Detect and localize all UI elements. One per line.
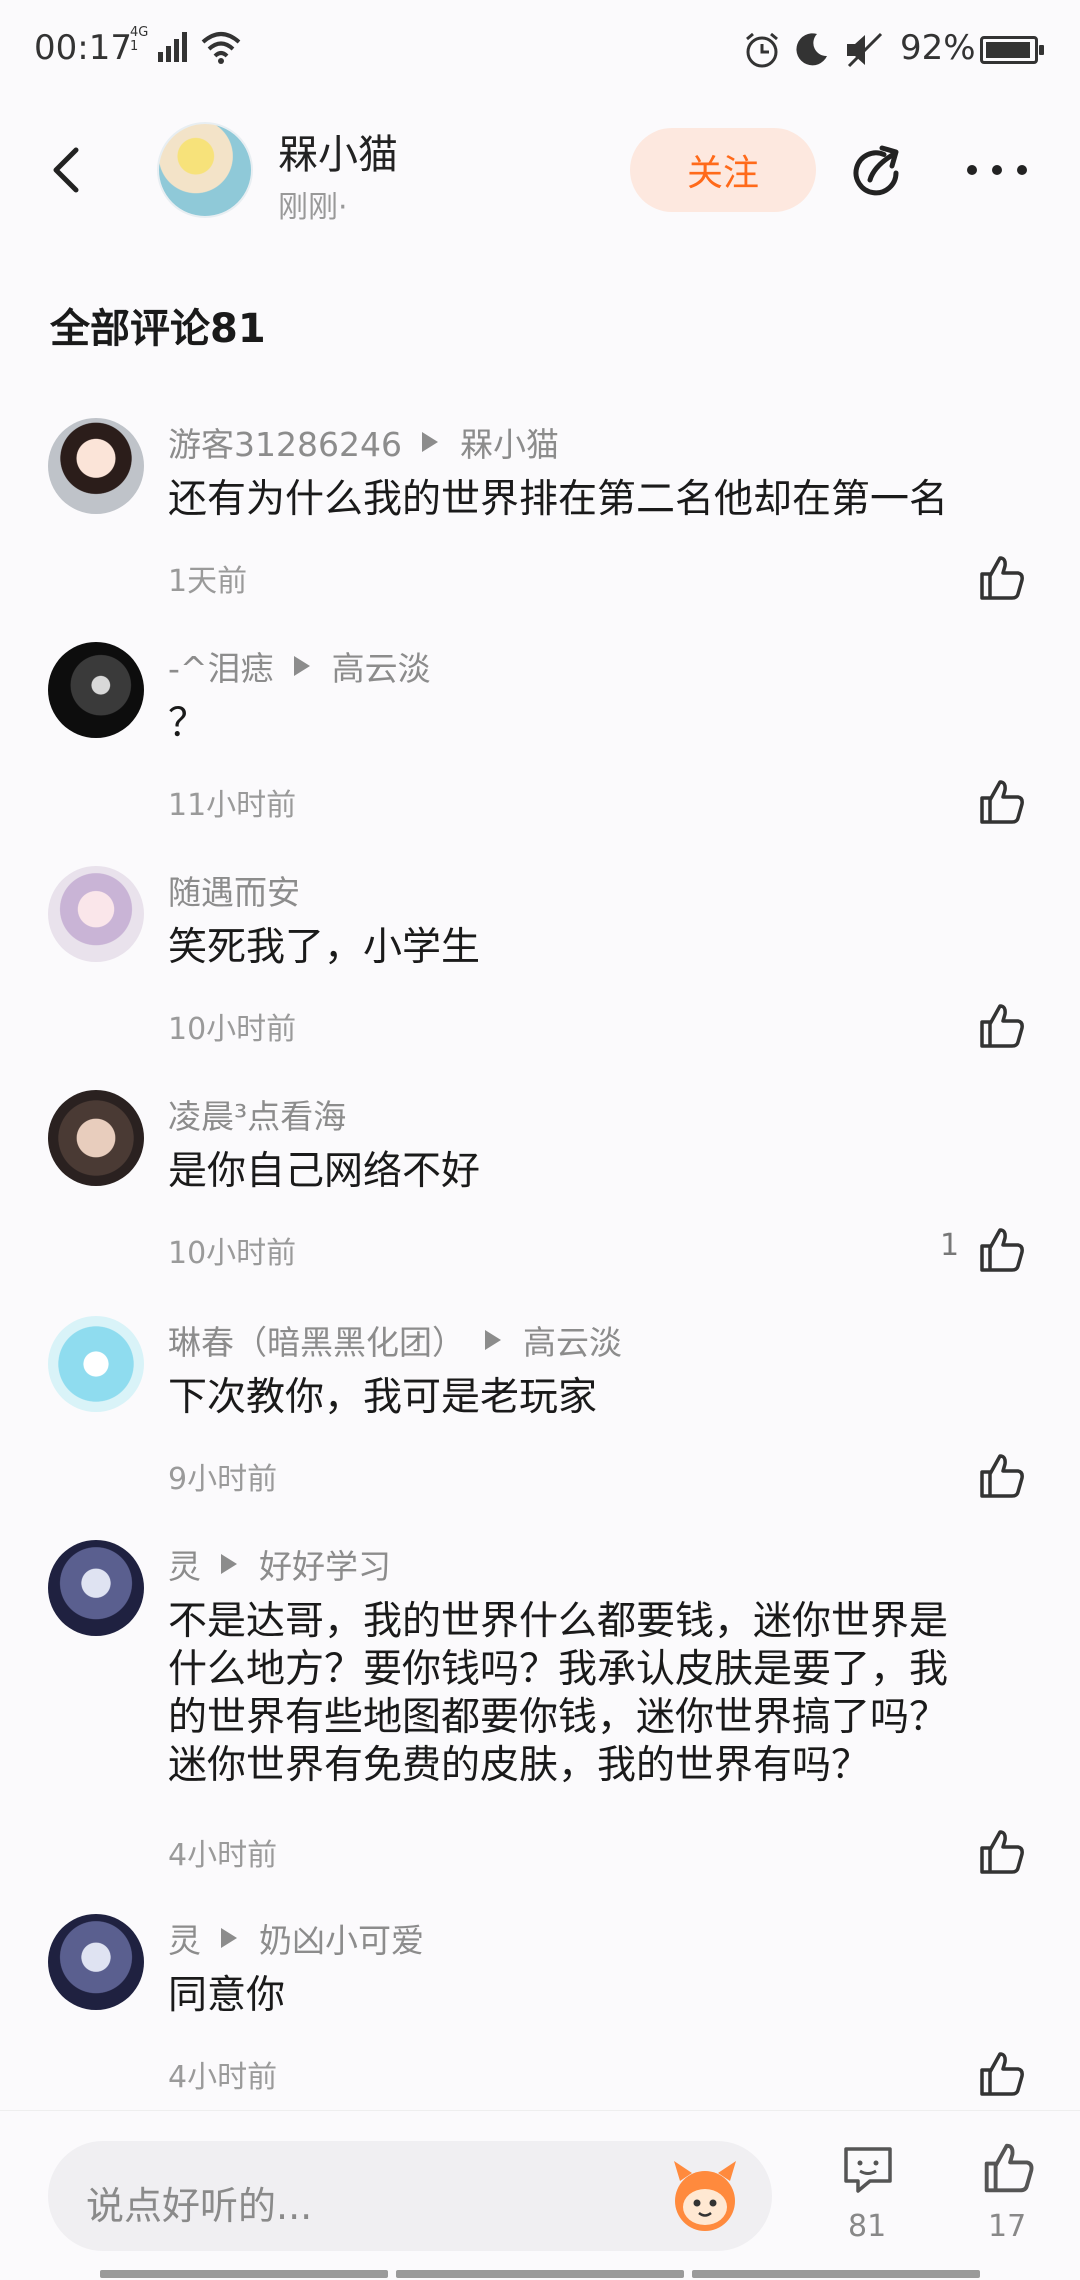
- commenter-avatar[interactable]: [48, 866, 144, 962]
- reply-to-name[interactable]: 好好学习: [259, 1540, 391, 1588]
- commenter-name[interactable]: 随遇而安: [168, 866, 300, 914]
- comment-header: -^泪痣 高云淡: [168, 642, 431, 690]
- moon-icon: [796, 33, 827, 66]
- comments-section-title: 全部评论81: [50, 306, 266, 352]
- reply-to-name[interactable]: 奶凶小可爱: [259, 1914, 424, 1962]
- battery-icon: [980, 36, 1044, 64]
- comment-text-line: 的世界有些地图都要你钱，迷你世界搞了吗？: [168, 1695, 949, 1740]
- comment-time: 10小时前: [168, 1236, 297, 1271]
- thumbs-up-icon[interactable]: [976, 2048, 1028, 2100]
- like-count: 17: [988, 2209, 1027, 2244]
- comment-text[interactable]: 还有为什么我的世界排在第二名他却在第一名: [168, 476, 1038, 524]
- comment-header: 随遇而安: [168, 866, 300, 914]
- mascot-icon[interactable]: [664, 2155, 746, 2237]
- comment-text[interactable]: 笑死我了，小学生: [168, 924, 1038, 972]
- commenter-name[interactable]: 琳春（暗黑黑化团）: [168, 1316, 465, 1364]
- back-arrow-icon[interactable]: [38, 140, 98, 200]
- commenter-avatar[interactable]: [48, 642, 144, 738]
- commenter-name[interactable]: 灵: [168, 1914, 201, 1962]
- signal-icon: [158, 32, 187, 62]
- comment-text[interactable]: 下次教你，我可是老玩家: [168, 1374, 1038, 1422]
- nav-bar-segment: [396, 2270, 684, 2278]
- comment-time: 4小时前: [168, 1838, 278, 1873]
- comment-time: 4小时前: [168, 2060, 278, 2095]
- thumbs-up-icon[interactable]: [976, 776, 1028, 828]
- comment-text[interactable]: ？: [168, 700, 1038, 748]
- alarm-icon: [746, 32, 778, 68]
- bottom-action-bar: 说点好听的... 81 17: [0, 2110, 1080, 2280]
- comment-text-line: 什么地方？要你钱吗？我承认皮肤是要了，我: [168, 1647, 949, 1692]
- comment-text[interactable]: 同意你: [168, 1972, 1038, 2020]
- status-time: 00:17: [34, 28, 132, 68]
- commenter-avatar[interactable]: [48, 1090, 144, 1186]
- thumbs-up-icon[interactable]: [976, 1826, 1028, 1878]
- commenter-name[interactable]: -^泪痣: [168, 642, 274, 690]
- follow-button[interactable]: 关注: [630, 128, 816, 212]
- comment-header: 灵 奶凶小可爱: [168, 1914, 424, 1962]
- nav-bar-segment: [100, 2270, 388, 2278]
- reply-arrow-icon: [421, 432, 438, 452]
- thumbs-up-icon[interactable]: [976, 1224, 1028, 1276]
- status-bar: 00:17 4G 1 92%: [0, 0, 1080, 100]
- comment-time: 10小时前: [168, 1012, 297, 1047]
- commenter-name[interactable]: 游客31286246: [168, 418, 402, 466]
- comment-time: 1天前: [168, 564, 248, 599]
- mute-icon: [847, 32, 883, 68]
- comment-header: 琳春（暗黑黑化团） 高云淡: [168, 1316, 622, 1364]
- reply-to-name[interactable]: 高云淡: [523, 1316, 622, 1364]
- comment-time: 9小时前: [168, 1462, 278, 1497]
- author-name[interactable]: 槑小猫: [278, 122, 398, 180]
- reply-arrow-icon: [485, 1330, 501, 1350]
- comment-text-line: 不是达哥，我的世界什么都要钱，迷你世界是: [168, 1599, 949, 1644]
- thumbs-up-icon[interactable]: [976, 552, 1028, 604]
- post-header: 槑小猫 刚刚· 关注: [0, 100, 1080, 245]
- commenter-avatar[interactable]: [48, 1316, 144, 1412]
- commenter-name[interactable]: 灵: [168, 1540, 201, 1588]
- comment-time: 11小时前: [168, 788, 297, 823]
- reply-arrow-icon: [221, 1928, 237, 1948]
- commenter-avatar[interactable]: [48, 418, 144, 514]
- reply-to-name[interactable]: 高云淡: [332, 642, 431, 690]
- commenter-avatar[interactable]: [48, 1540, 144, 1636]
- comment-header: 游客31286246 槑小猫: [168, 418, 559, 466]
- post-time: 刚刚·: [278, 190, 348, 225]
- reply-to-name[interactable]: 槑小猫: [460, 418, 559, 466]
- author-avatar[interactable]: [157, 122, 253, 218]
- reply-arrow-icon: [221, 1554, 237, 1574]
- more-dots-icon[interactable]: [962, 150, 1032, 190]
- comment-header: 灵 好好学习: [168, 1540, 391, 1588]
- comment-header: 凌晨³点看海: [168, 1090, 346, 1138]
- share-icon[interactable]: [846, 142, 908, 204]
- comment-count: 81: [848, 2209, 887, 2244]
- comment-bubble-icon[interactable]: [840, 2141, 896, 2197]
- network-type: 4G 1: [130, 26, 148, 54]
- thumbs-up-icon[interactable]: [976, 1450, 1028, 1502]
- commenter-avatar[interactable]: [48, 1914, 144, 2010]
- commenter-name[interactable]: 凌晨³点看海: [168, 1090, 346, 1138]
- battery-percent: 92%: [900, 28, 976, 68]
- comment-text[interactable]: 是你自己网络不好: [168, 1148, 1038, 1196]
- like-count: 1: [940, 1228, 960, 1263]
- thumbs-up-icon[interactable]: [976, 1000, 1028, 1052]
- nav-bar-segment: [692, 2270, 980, 2278]
- network-type-bottom: 1: [130, 39, 139, 54]
- comment-input[interactable]: 说点好听的...: [48, 2141, 772, 2251]
- wifi-icon: [201, 32, 241, 64]
- comment-input-placeholder: 说点好听的...: [86, 2184, 313, 2228]
- network-type-top: 4G: [130, 25, 149, 40]
- comment-text-line: 迷你世界有免费的皮肤，我的世界有吗？: [168, 1743, 871, 1788]
- thumbs-up-icon[interactable]: [980, 2139, 1038, 2197]
- reply-arrow-icon: [293, 656, 310, 676]
- comment-text[interactable]: 不是达哥，我的世界什么都要钱，迷你世界是 什么地方？要你钱吗？我承认皮肤是要了，…: [168, 1598, 1038, 1790]
